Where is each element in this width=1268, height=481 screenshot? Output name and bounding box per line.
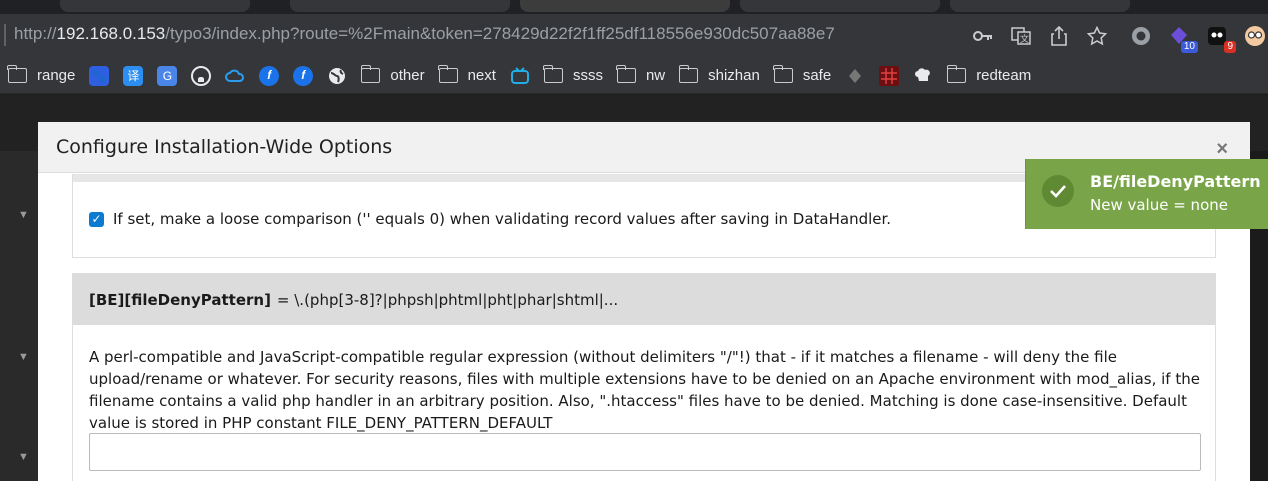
caret-down-icon[interactable]: ▼ <box>18 351 29 363</box>
bookmark-folder-shizhan[interactable]: shizhan <box>678 64 760 88</box>
bookmark-github[interactable] <box>191 64 212 88</box>
translate-page-icon[interactable]: 文 <box>1010 25 1032 47</box>
bookmarks-bar: range 🐾 译 G 𝒇 𝒇 other next ssss nw shizh… <box>0 58 1268 94</box>
bookmark-fingerprint[interactable] <box>845 64 866 88</box>
notification-message: New value = none <box>1090 196 1228 214</box>
google-translate-icon: G <box>157 65 178 86</box>
grid-icon <box>879 65 900 86</box>
bookmark-label: range <box>37 67 76 84</box>
setting-panel-filedenypattern: [BE][fileDenyPattern] = \.(php[3-8]?|php… <box>72 273 1216 481</box>
extension-badge: 10 <box>1180 41 1198 53</box>
bookmark-folder-next[interactable]: next <box>437 64 496 88</box>
bookmark-label: shizhan <box>708 67 760 84</box>
bookmark-label: next <box>467 67 496 84</box>
folder-icon <box>437 65 458 83</box>
profile-avatar-icon[interactable] <box>1244 25 1266 47</box>
bookmark-grid[interactable] <box>879 64 900 88</box>
bookmark-label: safe <box>802 67 832 84</box>
globe-icon <box>327 65 348 86</box>
browser-tab-strip <box>0 0 1268 14</box>
key-icon[interactable] <box>972 25 994 47</box>
browser-tab[interactable] <box>290 0 510 12</box>
bookmark-feather-1[interactable]: 𝒇 <box>259 64 280 88</box>
folder-icon <box>946 65 967 83</box>
svg-text:文: 文 <box>1020 33 1029 45</box>
github-icon <box>191 65 212 86</box>
checkbox-row[interactable]: ✓ If set, make a loose comparison ('' eq… <box>89 210 891 228</box>
baidu-icon: 🐾 <box>89 65 110 86</box>
fingerprint-icon <box>845 65 866 86</box>
share-icon[interactable] <box>1048 25 1070 47</box>
modal-title: Configure Installation-Wide Options <box>56 136 393 158</box>
bookmark-folder-nw[interactable]: nw <box>616 64 666 88</box>
success-notification[interactable]: BE/fileDenyPattern New value = none <box>1025 159 1268 229</box>
bookmark-chef[interactable] <box>913 64 934 88</box>
setting-value: = \.(php[3-8]?|phpsh|phtml|pht|phar|shtm… <box>276 290 619 309</box>
cloud-icon <box>225 65 246 86</box>
feather-icon: 𝒇 <box>293 65 314 86</box>
caret-down-icon[interactable]: ▼ <box>18 451 29 463</box>
bookmark-translate[interactable]: 译 <box>123 64 144 88</box>
bookmark-feather-2[interactable]: 𝒇 <box>293 64 314 88</box>
translate-icon: 译 <box>123 65 144 86</box>
folder-icon <box>773 65 793 83</box>
folder-icon <box>360 65 381 83</box>
toolbar-icons: 文 10 9 <box>964 22 1268 53</box>
address-bar: http://192.168.0.153/typo3/index.php?rou… <box>0 14 1268 58</box>
bookmark-star-icon[interactable] <box>1086 25 1108 47</box>
bookmark-folder-redteam[interactable]: redteam <box>946 64 1032 88</box>
notification-title: BE/fileDenyPattern <box>1090 172 1261 191</box>
url-field[interactable]: http://192.168.0.153/typo3/index.php?rou… <box>14 24 835 44</box>
bookmark-cloud[interactable] <box>225 64 246 88</box>
extension-gem-icon[interactable]: 10 <box>1168 25 1198 53</box>
extension-circle-icon[interactable] <box>1130 25 1152 47</box>
bookmark-globe[interactable] <box>327 64 348 88</box>
url-host: 192.168.0.153 <box>56 24 166 43</box>
checkbox-checked[interactable]: ✓ <box>89 211 104 227</box>
browser-tab-active[interactable] <box>520 0 730 12</box>
bookmark-folder-range[interactable]: range <box>7 64 76 88</box>
bookmark-google-translate[interactable]: G <box>157 64 178 88</box>
bookmark-folder-ssss[interactable]: ssss <box>543 64 603 88</box>
folder-icon <box>678 65 699 83</box>
setting-key: [BE][fileDenyPattern] <box>89 290 271 309</box>
folder-icon <box>7 65 27 83</box>
bookmark-folder-safe[interactable]: safe <box>773 64 832 88</box>
bookmark-label: redteam <box>976 67 1032 84</box>
setting-description: A perl-compatible and JavaScript-compati… <box>89 348 1200 432</box>
bookmark-bilibili[interactable] <box>509 64 530 88</box>
bookmark-folder-other[interactable]: other <box>360 64 425 88</box>
extension-mask-icon[interactable]: 9 <box>1206 25 1236 53</box>
bilibili-icon <box>509 65 530 86</box>
checkbox-label: If set, make a loose comparison ('' equa… <box>113 210 892 228</box>
feather-icon: 𝒇 <box>259 65 280 86</box>
folder-icon <box>543 65 563 83</box>
browser-tab[interactable] <box>740 0 940 12</box>
bookmark-label: other <box>390 67 425 84</box>
setting-value-input[interactable] <box>89 433 1201 471</box>
bookmark-baidu[interactable]: 🐾 <box>89 64 110 88</box>
caret-down-icon[interactable]: ▼ <box>18 209 29 221</box>
browser-tab[interactable] <box>60 0 250 12</box>
app-sidebar: ▼ ▼ ▼ <box>0 151 38 481</box>
setting-header[interactable]: [BE][fileDenyPattern] = \.(php[3-8]?|php… <box>73 274 1215 325</box>
bookmark-label: ssss <box>572 67 603 84</box>
chef-hat-icon <box>913 65 934 86</box>
url-prefix: http:// <box>14 24 57 43</box>
close-icon[interactable]: × <box>1216 138 1228 161</box>
folder-icon <box>616 65 636 83</box>
address-bar-edge <box>4 24 6 46</box>
url-path: /typo3/index.php?route=%2Fmain&token=278… <box>165 24 835 43</box>
bookmark-label: nw <box>645 67 666 84</box>
check-circle-icon <box>1042 175 1074 207</box>
browser-tab[interactable] <box>950 0 1130 12</box>
extension-badge: 9 <box>1224 41 1236 53</box>
